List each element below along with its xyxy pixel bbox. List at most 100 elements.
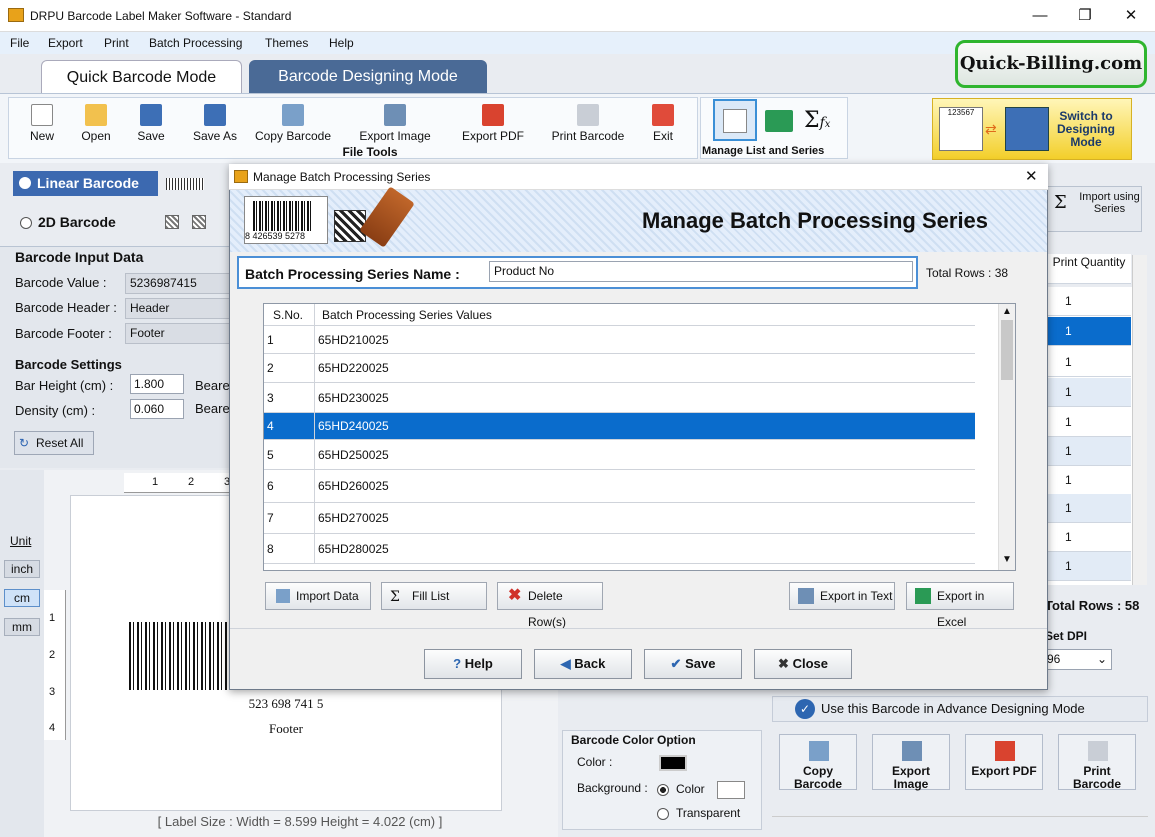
table-row[interactable]: 1 (1047, 378, 1131, 407)
table-row[interactable]: 2 65HD220025 (264, 354, 975, 383)
close-dialog-button[interactable]: ✖ Close (754, 649, 852, 679)
dialog-app-icon (234, 170, 248, 183)
unit-mm-button[interactable]: mm (4, 618, 40, 636)
row-value[interactable]: 65HD270025 (318, 503, 389, 534)
menu-help[interactable]: Help (329, 36, 354, 50)
export-image-big-button[interactable]: Export Image (872, 734, 950, 791)
table-row[interactable]: 1 (1047, 317, 1131, 346)
export-excel-button[interactable]: Export in Excel (906, 582, 1014, 629)
save-as-button[interactable]: Save As (188, 104, 242, 143)
import-using-series-button[interactable]: Σ Import using Series (1047, 186, 1142, 232)
fill-list-label: Fill List (412, 589, 450, 603)
table-row[interactable]: 1 (1047, 523, 1131, 552)
fill-list-button[interactable]: Σ Fill List (381, 582, 487, 610)
export-pdf-button[interactable]: Export PDF (458, 104, 528, 143)
print-quantity-table: 1 1 1 1 1 1 1 1 1 1 (1047, 255, 1147, 585)
export-text-button[interactable]: Export in Text (789, 582, 895, 610)
table-row[interactable]: 8 65HD280025 (264, 534, 975, 564)
minimize-icon[interactable]: — (1017, 0, 1063, 32)
print-barcode-big-button[interactable]: Print Barcode (1058, 734, 1136, 791)
row-value[interactable]: 65HD210025 (318, 326, 389, 354)
print-barcode-button[interactable]: Print Barcode (546, 104, 630, 143)
window-title: DRPU Barcode Label Maker Software - Stan… (30, 9, 292, 23)
copy-barcode-button[interactable]: Copy Barcode (250, 104, 336, 143)
grid-scrollbar[interactable]: ▲ ▼ (998, 304, 1015, 570)
ruler-top-2: 2 (188, 476, 195, 488)
excel-icon[interactable] (765, 110, 793, 132)
tab-barcode-designing-mode[interactable]: Barcode Designing Mode (249, 60, 487, 93)
table-row[interactable]: 1 (1047, 552, 1131, 581)
barcode-color-swatch[interactable] (659, 755, 687, 771)
dialog-divider (230, 628, 1047, 629)
series-name-input[interactable]: Product No (489, 261, 913, 282)
exit-button[interactable]: Exit (646, 104, 680, 143)
unit-cm-button[interactable]: cm (4, 589, 40, 607)
dialog-close-icon[interactable]: ✕ (1025, 167, 1038, 185)
row-value[interactable]: 65HD260025 (318, 470, 389, 503)
bottom-scrollbar[interactable] (772, 816, 1148, 832)
table-row[interactable]: 1 (1047, 494, 1131, 523)
settings-section-title: Barcode Settings (15, 357, 122, 372)
delete-rows-button[interactable]: ✖ Delete Row(s) (497, 582, 603, 629)
back-button[interactable]: ◀ Back (534, 649, 632, 679)
row-value[interactable]: 65HD220025 (318, 354, 389, 383)
row-value[interactable]: 65HD280025 (318, 534, 389, 564)
export-image-button[interactable]: Export Image (352, 104, 438, 143)
scroll-up-icon[interactable]: ▲ (1002, 306, 1012, 317)
unit-inch-button[interactable]: inch (4, 560, 40, 578)
menu-export[interactable]: Export (48, 36, 83, 50)
import-using-series-label: Import using Series (1079, 191, 1140, 215)
new-button[interactable]: New (24, 104, 60, 143)
open-button[interactable]: Open (76, 104, 116, 143)
row-value[interactable]: 65HD250025 (318, 440, 389, 470)
scroll-down-icon[interactable]: ▼ (1002, 554, 1012, 565)
save-button[interactable]: Save (132, 104, 170, 143)
bar-height-stepper[interactable]: 1.800 (130, 374, 184, 394)
density-stepper[interactable]: 0.060 (130, 399, 184, 419)
table-row[interactable]: 6 65HD260025 (264, 470, 975, 503)
advance-designing-row[interactable]: ✓ Use this Barcode in Advance Designing … (772, 696, 1148, 722)
manage-list-button[interactable] (713, 99, 757, 141)
barcode-header-label: Barcode Header : (15, 300, 117, 315)
table-row[interactable]: 1 (1047, 466, 1131, 495)
advance-designing-label: Use this Barcode in Advance Designing Mo… (821, 701, 1085, 716)
table-row[interactable]: 1 (1047, 348, 1131, 377)
back-label: Back (574, 656, 606, 671)
help-icon: ? (453, 656, 462, 671)
barcode-value-field[interactable]: 5236987415 (125, 273, 235, 294)
table-row[interactable]: 7 65HD270025 (264, 503, 975, 534)
copy-barcode-big-button[interactable]: Copy Barcode (779, 734, 857, 791)
save-dialog-button[interactable]: ✔ Save (644, 649, 742, 679)
barcode-header-field[interactable]: Header (125, 298, 235, 319)
table-row[interactable]: 1 (1047, 408, 1131, 437)
tab-quick-barcode-mode[interactable]: Quick Barcode Mode (41, 60, 242, 93)
row-value[interactable]: 65HD240025 (318, 413, 389, 440)
dpi-select[interactable]: 96 ⌄ (1040, 649, 1112, 670)
export-pdf-big-button[interactable]: Export PDF (965, 734, 1043, 790)
table-row-selected[interactable]: 4 65HD240025 (264, 413, 975, 440)
menu-print[interactable]: Print (104, 36, 129, 50)
import-data-button[interactable]: Import Data (265, 582, 371, 610)
reset-all-button[interactable]: ↻ Reset All (14, 431, 94, 455)
sigma-fx-icon[interactable]: Σfx (804, 108, 830, 133)
table-row[interactable]: 1 65HD210025 (264, 326, 975, 354)
2d-barcode-option[interactable]: 2D Barcode (18, 214, 116, 230)
close-icon[interactable]: ✕ (1108, 0, 1154, 32)
background-color-swatch[interactable] (717, 781, 745, 799)
barcode-footer-field[interactable]: Footer (125, 323, 235, 344)
menu-themes[interactable]: Themes (265, 36, 308, 50)
scroll-thumb[interactable] (1001, 320, 1013, 380)
right-table-scrollbar[interactable] (1132, 255, 1147, 585)
row-value[interactable]: 65HD230025 (318, 383, 389, 413)
table-row[interactable]: 3 65HD230025 (264, 383, 975, 413)
menu-batch-processing[interactable]: Batch Processing (149, 36, 242, 50)
table-row[interactable]: 5 65HD250025 (264, 440, 975, 470)
table-row[interactable]: 1 (1047, 287, 1131, 316)
linear-barcode-option[interactable]: Linear Barcode (13, 171, 158, 196)
maximize-icon[interactable]: ❐ (1062, 0, 1108, 32)
bg-transparent-radio[interactable] (657, 808, 669, 820)
bg-color-radio[interactable] (657, 784, 669, 796)
table-row[interactable]: 1 (1047, 437, 1131, 466)
help-button[interactable]: ? Help (424, 649, 522, 679)
menu-file[interactable]: File (10, 36, 29, 50)
